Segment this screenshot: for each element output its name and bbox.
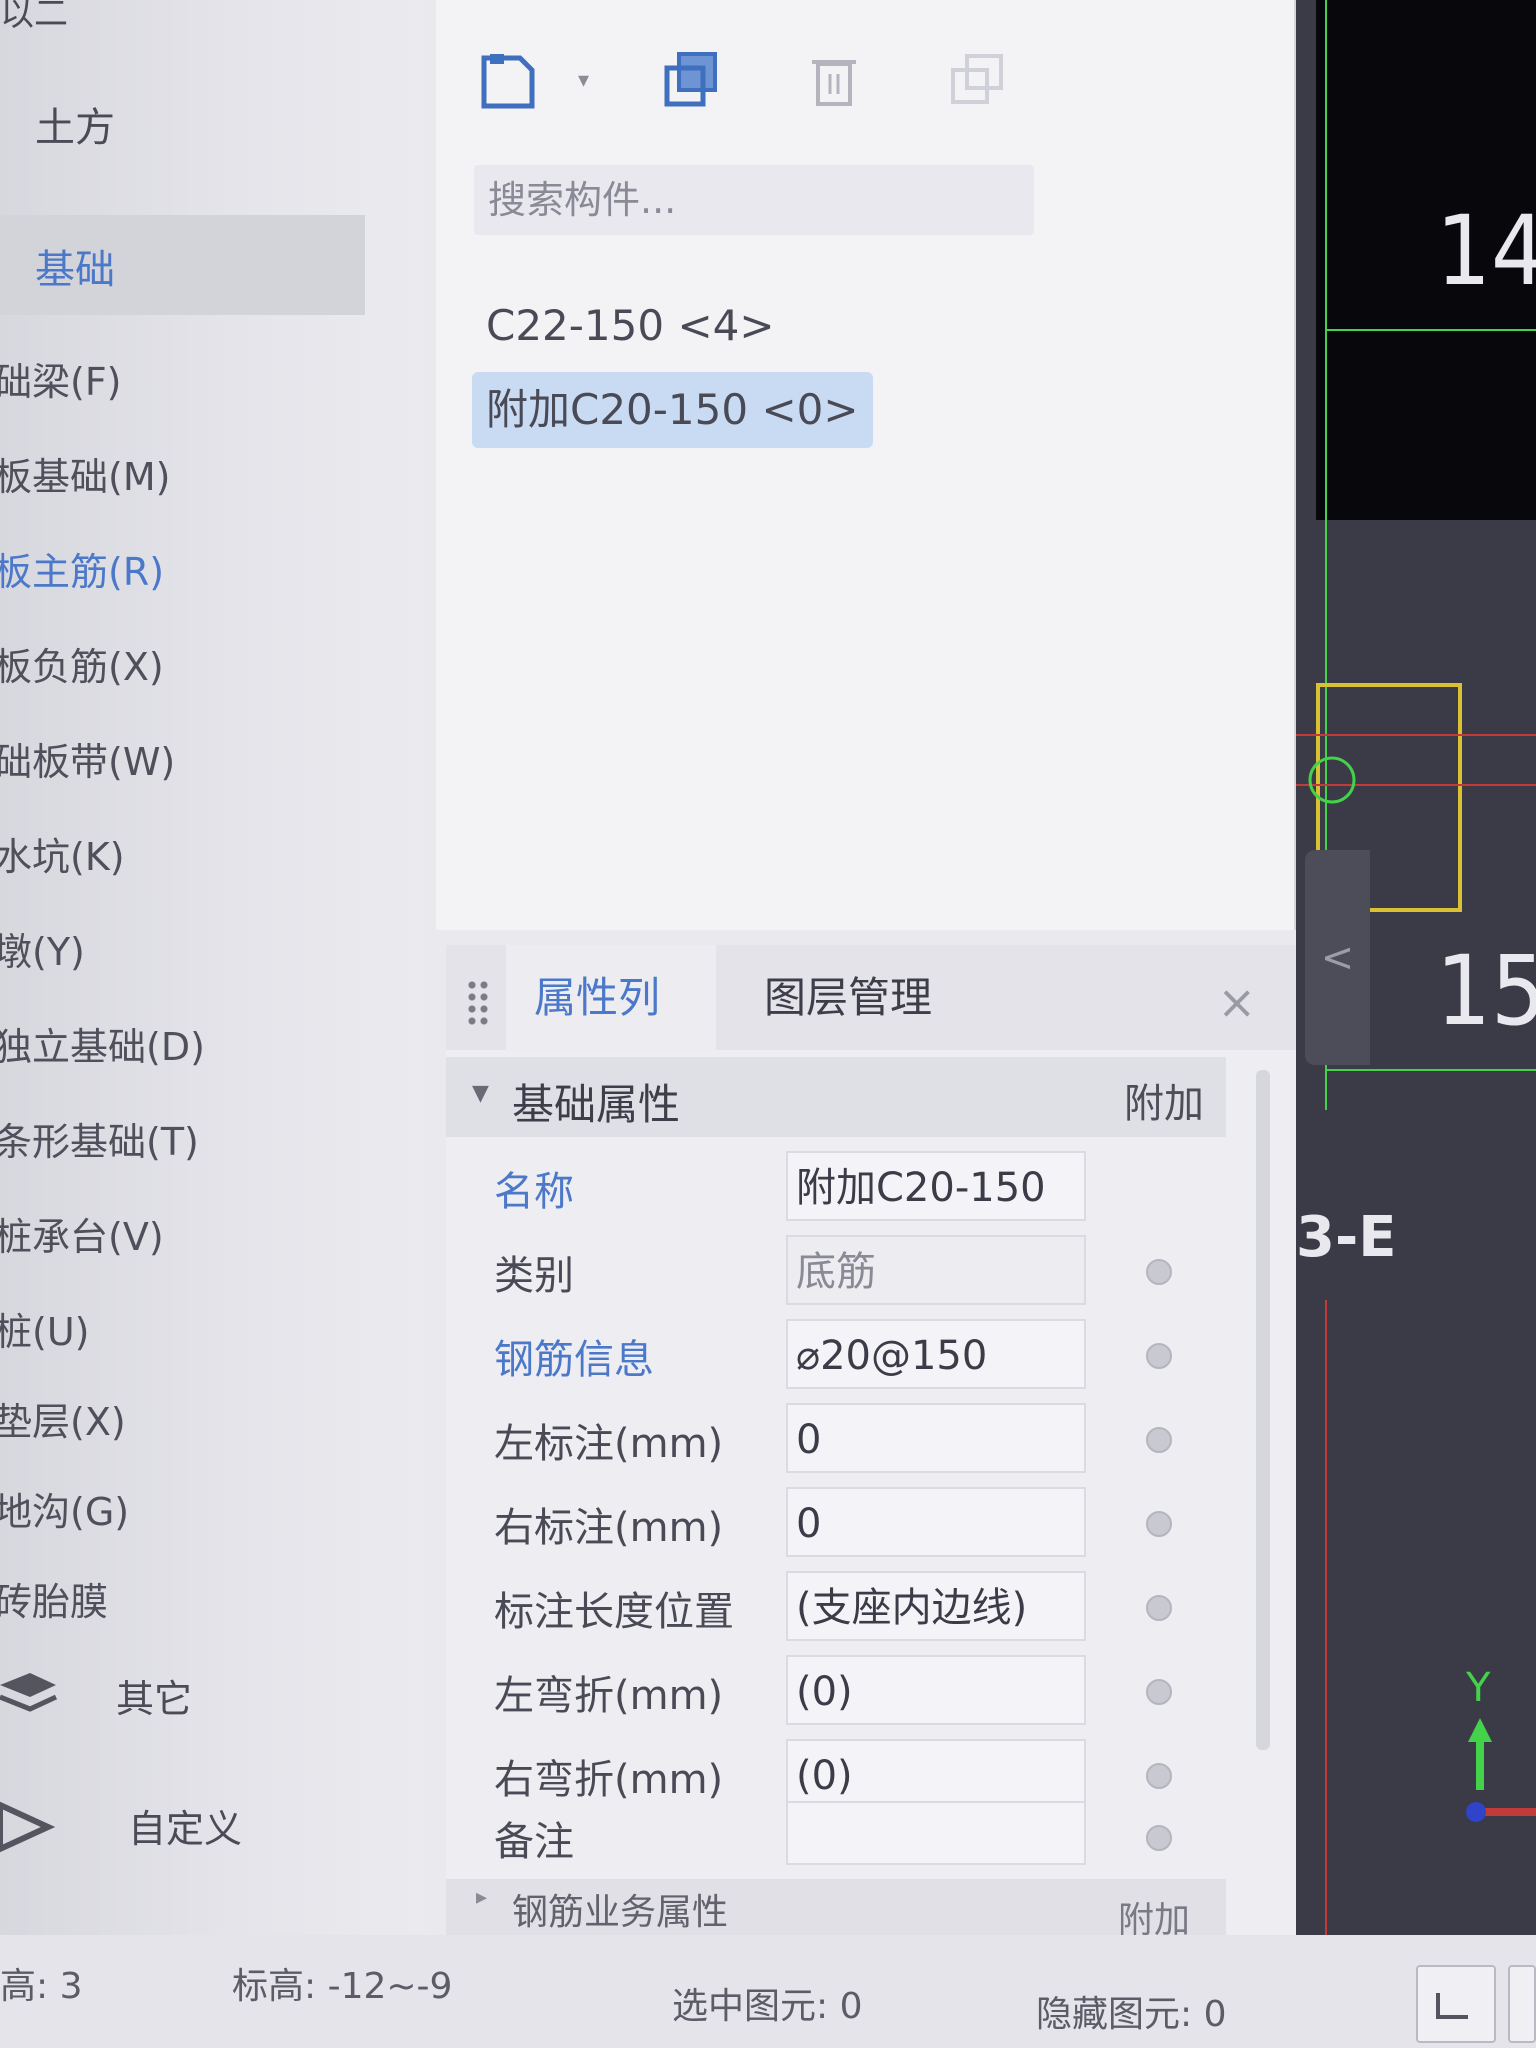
property-value-field[interactable]: 0	[786, 1487, 1086, 1557]
sidebar-cut-label: 以二	[0, 0, 68, 34]
delete-component-button[interactable]	[802, 48, 866, 112]
property-label: 左弯折(mm)	[494, 1673, 724, 1719]
property-value-field[interactable]: (0)	[786, 1655, 1086, 1725]
property-panel: 属性列表 图层管理 × ▼ 基础属性 附加 名称 附加C20-150 类别 底筋…	[446, 945, 1296, 1941]
copy-component-button[interactable]	[660, 48, 724, 112]
property-row: 备注	[446, 1795, 1226, 1879]
addon-checkbox[interactable]	[1146, 1595, 1172, 1621]
property-scrollbar[interactable]	[1256, 1070, 1270, 1750]
tab-layer-management[interactable]: 图层管理	[736, 945, 960, 1050]
sidebar-item[interactable]: 桩(U)	[0, 1304, 205, 1394]
property-label: 备注	[494, 1819, 574, 1865]
sidebar-item[interactable]: 砖胎膜	[0, 1574, 205, 1664]
property-row: 左标注(mm) 0	[446, 1397, 1226, 1481]
property-row: 右标注(mm) 0	[446, 1481, 1226, 1565]
sidebar-item-list: 础梁(F) 板基础(M) 板主筋(R) 板负筋(X) 础板带(W) 水坑(K) …	[0, 354, 205, 1664]
component-list-panel: ▾ C22-150 <4> 附加C20-150 <0>	[436, 0, 1296, 930]
axis-grid-label: 3-E	[1296, 1205, 1397, 1270]
addon-checkbox[interactable]	[1146, 1825, 1172, 1851]
property-value-field[interactable]	[786, 1801, 1086, 1865]
property-label: 名称	[494, 1169, 574, 1215]
component-list-item-selected[interactable]: 附加C20-150 <0>	[472, 372, 873, 448]
category-label: 其它	[116, 1676, 193, 1721]
property-label: 类别	[494, 1253, 574, 1299]
module-sidebar: 以二 土方 基础 础梁(F) 板基础(M) 板主筋(R) 板负筋(X) 础板带(…	[0, 0, 425, 1935]
property-row: 类别 底筋	[446, 1229, 1226, 1313]
dimension-label: 150	[1436, 935, 1536, 1047]
property-label: 右标注(mm)	[494, 1505, 724, 1551]
property-value-field[interactable]: 0	[786, 1403, 1086, 1473]
property-row: 钢筋信息 ⌀20@150	[446, 1313, 1226, 1397]
sidebar-item[interactable]: 桩承台(V)	[0, 1209, 205, 1304]
hidden-count-status: 隐藏图元: 0	[1036, 1994, 1227, 2035]
property-row: 标注长度位置 (支座内边线)	[446, 1565, 1226, 1649]
property-value-field[interactable]: ⌀20@150	[786, 1319, 1086, 1389]
status-bar: 高: 3 标高: -12~-9 选中图元: 0 隐藏图元: 0	[0, 1935, 1536, 2048]
sidebar-item[interactable]: 地沟(G)	[0, 1484, 205, 1574]
snap-mode-button[interactable]	[1508, 1965, 1536, 2043]
sidebar-item[interactable]: 板基础(M)	[0, 449, 205, 544]
sidebar-item[interactable]: 墩(Y)	[0, 924, 205, 1019]
copy-icon	[664, 52, 717, 107]
sidebar-group-earthwork[interactable]: 土方	[35, 95, 115, 153]
property-value-field[interactable]: 附加C20-150	[786, 1151, 1086, 1221]
property-row: 左弯折(mm) (0)	[446, 1649, 1226, 1733]
addon-checkbox[interactable]	[1146, 1343, 1172, 1369]
chevron-down-icon[interactable]: ▾	[578, 68, 598, 93]
collapse-panel-handle[interactable]: <	[1305, 850, 1370, 1065]
addon-checkbox[interactable]	[1146, 1763, 1172, 1789]
floor-height-status: 高: 3	[0, 1966, 83, 2007]
tab-property-list[interactable]: 属性列表	[506, 945, 716, 1127]
dimension-label: 140	[1436, 195, 1536, 307]
layer-copy-icon	[951, 54, 1003, 104]
property-label: 钢筋信息	[494, 1337, 654, 1383]
close-icon[interactable]: ×	[1217, 975, 1256, 1029]
collapsed-section-title: 钢筋业务属性	[512, 1892, 729, 1933]
expand-triangle-icon: ▸	[476, 1885, 488, 1910]
column-header-addon: 附加	[1124, 1081, 1204, 1127]
sidebar-item[interactable]: 板负筋(X)	[0, 639, 205, 734]
section-title: 基础属性	[512, 1080, 681, 1129]
sidebar-category-custom[interactable]: 自定义	[0, 1785, 242, 1865]
sidebar-item[interactable]: 水坑(K)	[0, 829, 205, 924]
sidebar-item[interactable]: 独立基础(D)	[0, 1019, 205, 1114]
collapsed-section-header[interactable]: ▸ 钢筋业务属性 附加	[446, 1879, 1226, 1941]
property-value-field: 底筋	[786, 1235, 1086, 1305]
property-tabs: 属性列表 图层管理 ×	[446, 945, 1296, 1127]
property-row: 名称 附加C20-150	[446, 1145, 1226, 1229]
shape-icon	[0, 1801, 56, 1853]
sidebar-group-foundation[interactable]: 基础	[0, 215, 365, 315]
component-list-item[interactable]: C22-150 <4>	[472, 288, 789, 364]
addon-checkbox[interactable]	[1146, 1511, 1172, 1537]
stack-icon	[0, 1673, 58, 1712]
addon-checkbox[interactable]	[1146, 1427, 1172, 1453]
sidebar-item[interactable]: 条形基础(T)	[0, 1114, 205, 1209]
sidebar-category-other[interactable]: 其它	[0, 1655, 192, 1735]
sidebar-item[interactable]: 础板带(W)	[0, 734, 205, 829]
delete-icon	[812, 60, 856, 106]
sidebar-item[interactable]: 垫层(X)	[0, 1394, 205, 1484]
ortho-icon	[1436, 1993, 1468, 2019]
new-component-icon	[481, 54, 535, 109]
addon-checkbox[interactable]	[1146, 1259, 1172, 1285]
property-value-field[interactable]: (支座内边线)	[786, 1571, 1086, 1641]
category-label: 自定义	[128, 1806, 243, 1851]
property-label: 左标注(mm)	[494, 1421, 724, 1467]
collapse-triangle-icon: ▼	[472, 1081, 489, 1106]
ortho-mode-button[interactable]	[1416, 1965, 1496, 2043]
sidebar-item[interactable]: 础梁(F)	[0, 354, 205, 449]
property-label: 标注长度位置	[494, 1589, 734, 1635]
elevation-status: 标高: -12~-9	[232, 1966, 453, 2007]
addon-checkbox[interactable]	[1146, 1679, 1172, 1705]
new-component-button[interactable]	[476, 48, 540, 112]
section-header[interactable]: ▼ 基础属性 附加	[446, 1057, 1226, 1137]
layer-copy-button[interactable]	[946, 48, 1010, 112]
drag-handle-icon[interactable]	[466, 979, 490, 1027]
sidebar-item-active[interactable]: 板主筋(R)	[0, 544, 205, 639]
axis-y-label: Y	[1466, 1665, 1491, 1711]
component-toolbar: ▾	[476, 40, 1048, 120]
selected-count-status: 选中图元: 0	[672, 1986, 863, 2027]
component-search-input[interactable]	[474, 165, 1034, 235]
